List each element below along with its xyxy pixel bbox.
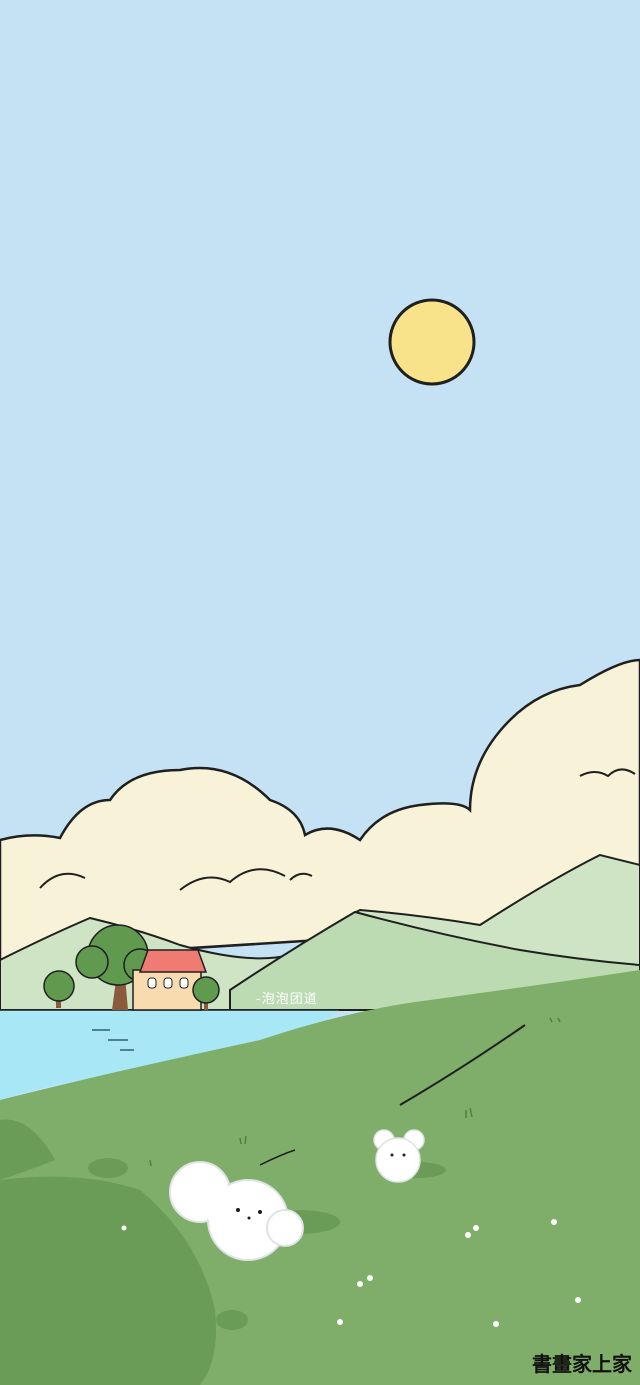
landscape-illustration <box>0 0 640 1385</box>
grass-patch <box>216 1310 248 1330</box>
illustration-scene: -泡泡团道 書畫家上家 <box>0 0 640 1385</box>
grass-patch <box>88 1158 128 1178</box>
watermark: 書畫家上家 <box>532 1352 632 1376</box>
house-icon <box>132 949 208 1011</box>
artist-signature: -泡泡团道 <box>256 992 318 1007</box>
sun-icon <box>388 298 476 386</box>
